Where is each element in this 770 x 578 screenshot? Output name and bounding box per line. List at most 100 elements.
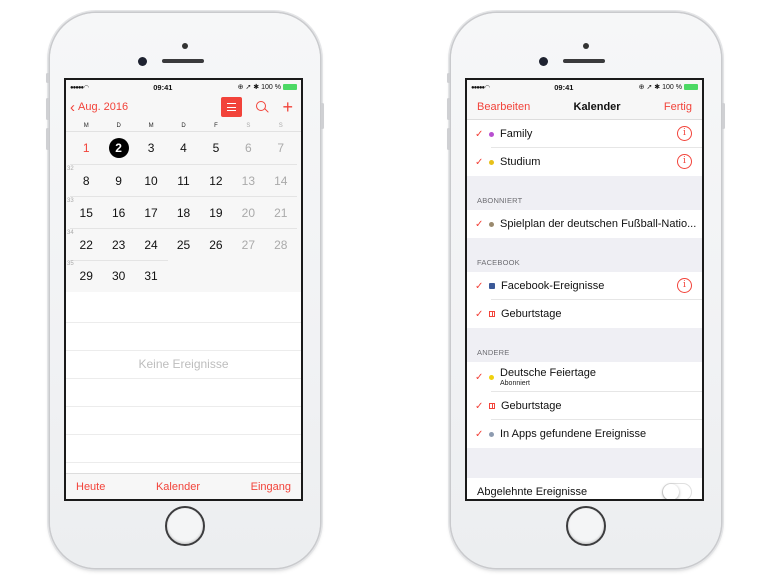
plus-icon[interactable]: + (282, 98, 293, 116)
calendar-label: Deutsche Feiertage (500, 367, 596, 379)
day-cell[interactable]: 23 (102, 229, 134, 260)
day-number: 22 (79, 237, 93, 252)
day-cell[interactable]: 27 (232, 229, 264, 260)
week-row: 1 2 3 4 5 6 7 (70, 132, 297, 164)
week-number: 35 (67, 261, 74, 267)
day-number: 12 (209, 173, 223, 188)
wifi-icon: ◠ (484, 84, 490, 91)
battery-icon (283, 84, 297, 90)
day-cell[interactable]: 9 (102, 165, 134, 196)
today-button[interactable]: Heute (76, 481, 105, 493)
day-cell[interactable]: 6 (232, 132, 264, 164)
calendars-button[interactable]: Kalender (156, 481, 200, 493)
tab-bar: Heute Kalender Eingang (66, 473, 301, 499)
calendar-list: ✓ Family i ✓ Studium i ABONNIERT ✓ Spiel… (467, 120, 702, 499)
back-to-year-button[interactable]: ‹ Aug. 2016 (70, 100, 128, 115)
calendar-navbar: ‹ Aug. 2016 + (66, 94, 301, 120)
info-icon[interactable]: i (677, 154, 692, 169)
calendar-label: Facebook-Ereignisse (501, 280, 605, 292)
month-grid: 1 2 3 4 5 6 7 32 8 9 10 11 12 13 14 33 15 16 17 18 19 20 21 34 2… (66, 132, 301, 292)
day-cell[interactable]: 18 (167, 197, 199, 228)
day-cell[interactable]: 30 (102, 260, 134, 292)
day-cell[interactable]: 15 (70, 197, 102, 228)
calendar-row-studium[interactable]: ✓ Studium i (467, 148, 702, 176)
phone-right: ●●●●● ◠ 09:41 ⊕ ➚ ✱ 100 % Bearbeiten Kale… (447, 13, 725, 568)
volume-down-button (447, 128, 450, 150)
page-title: Kalender (573, 100, 621, 113)
day-cell[interactable]: 31 (135, 260, 167, 292)
day-cell[interactable]: 13 (232, 165, 264, 196)
no-events-label: Keine Ereignisse (138, 357, 229, 371)
day-cell[interactable]: 2 (102, 132, 134, 164)
day-number: 4 (180, 141, 187, 155)
proximity-sensor (583, 43, 589, 49)
calendar-row-facebook-birthdays[interactable]: ✓ Geburtstage (467, 300, 702, 328)
checkmark-icon: ✓ (475, 371, 484, 383)
day-cell[interactable]: 14 (265, 165, 297, 196)
day-cell[interactable]: 26 (200, 229, 232, 260)
calendar-row-holidays[interactable]: ✓ Deutsche Feiertage Abonniert (467, 362, 702, 392)
day-cell[interactable]: 22 (70, 229, 102, 260)
declined-events-toggle[interactable] (662, 482, 692, 499)
day-cell[interactable]: 11 (167, 165, 199, 196)
day-cell[interactable]: 3 (135, 132, 167, 164)
done-button[interactable]: Fertig (664, 101, 692, 113)
day-cell[interactable]: 29 (70, 260, 102, 292)
day-cell[interactable]: 28 (265, 229, 297, 260)
day-cell[interactable]: 21 (265, 197, 297, 228)
checkmark-icon: ✓ (475, 128, 484, 140)
week-number: 33 (67, 198, 74, 204)
day-cell[interactable]: 8 (70, 165, 102, 196)
calendar-row-spielplan[interactable]: ✓ Spielplan der deutschen Fußball-Natio.… (467, 210, 702, 238)
weekday-label: M (83, 123, 89, 129)
day-number: 9 (115, 173, 122, 188)
info-icon[interactable]: i (677, 126, 692, 141)
checkmark-icon: ✓ (475, 156, 484, 168)
day-cell[interactable]: 7 (265, 132, 297, 164)
day-cell[interactable]: 24 (135, 229, 167, 260)
day-number: 6 (245, 141, 252, 155)
week-row: 34 22 23 24 25 26 27 28 (67, 228, 297, 260)
day-number: 1 (82, 141, 90, 155)
day-cell[interactable]: 1 (70, 132, 102, 164)
inbox-button[interactable]: Eingang (251, 481, 291, 493)
day-cell[interactable]: 4 (167, 132, 199, 164)
day-cell[interactable]: 25 (167, 229, 199, 260)
calendar-row-found-in-apps[interactable]: ✓ In Apps gefundene Ereignisse (467, 420, 702, 448)
day-cell[interactable]: 20 (232, 197, 264, 228)
search-icon[interactable] (255, 100, 269, 114)
calendar-label: Family (500, 128, 533, 140)
day-number: 3 (147, 141, 155, 155)
day-number: 7 (277, 141, 285, 155)
calendar-label: Geburtstage (501, 400, 562, 412)
edit-button[interactable]: Bearbeiten (477, 101, 530, 113)
events-list: Keine Ereignisse (66, 295, 301, 473)
day-cell[interactable]: 10 (135, 165, 167, 196)
week-row: 35 29 30 31 (67, 260, 297, 292)
facebook-icon (489, 283, 495, 289)
day-number: 20 (241, 205, 256, 220)
day-number: 14 (274, 173, 288, 188)
front-camera (138, 57, 147, 66)
section-header: FACEBOOK (477, 258, 520, 267)
day-cell[interactable]: 12 (200, 165, 232, 196)
day-number: 27 (241, 237, 256, 252)
calendar-month-screen: ●●●●● ◠ 09:41 ⊕ ➚ ✱ 100 % ‹ Aug. 2016 + M… (64, 78, 303, 501)
calendar-row-birthdays[interactable]: ✓ Geburtstage (467, 392, 702, 420)
day-cell[interactable]: 17 (135, 197, 167, 228)
day-number: 5 (212, 141, 220, 155)
list-view-button[interactable] (221, 97, 243, 117)
day-cell[interactable]: 5 (200, 132, 232, 164)
status-bar: ●●●●● ◠ 09:41 ⊕ ➚ ✱ 100 % (66, 80, 301, 94)
calendar-row-facebook-events[interactable]: ✓ Facebook-Ereignisse i (467, 272, 702, 300)
calendars-list-screen: ●●●●● ◠ 09:41 ⊕ ➚ ✱ 100 % Bearbeiten Kale… (465, 78, 704, 501)
day-number: 24 (144, 237, 158, 252)
info-icon[interactable]: i (677, 278, 692, 293)
calendar-row-family[interactable]: ✓ Family i (467, 120, 702, 148)
day-cell[interactable]: 19 (200, 197, 232, 228)
mute-switch (447, 73, 450, 83)
week-number: 32 (67, 166, 74, 172)
day-cell[interactable]: 16 (102, 197, 134, 228)
weekday-label: D (181, 123, 186, 129)
battery-percent: 100 % (662, 83, 682, 91)
